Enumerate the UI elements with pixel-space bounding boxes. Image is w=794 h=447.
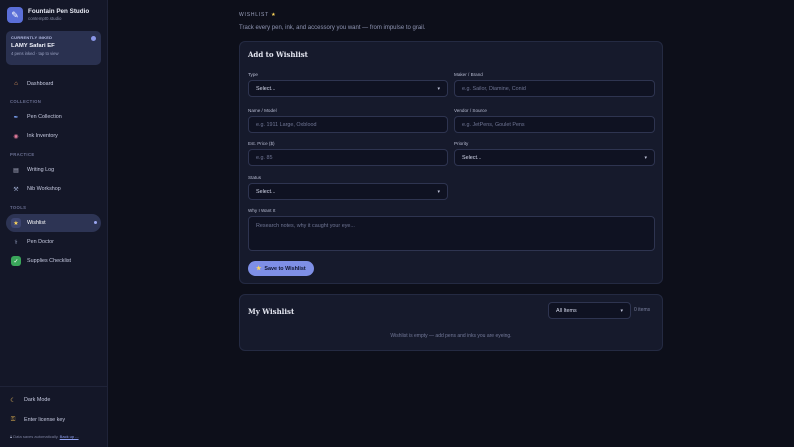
- sidebar-item-label: Wishlist: [27, 220, 46, 226]
- vendor-input[interactable]: e.g. JetPens, Goulet Pens: [454, 116, 655, 133]
- lock-icon: 🔒︎: [10, 434, 13, 439]
- nav-section-tools: TOOLS: [10, 205, 27, 210]
- sidebar-item-label: Pen Doctor: [27, 239, 54, 245]
- sidebar-item-dashboard[interactable]: ⌂ Dashboard: [6, 75, 101, 93]
- sidebar-item-ink-inventory[interactable]: ◉ Ink Inventory: [6, 127, 101, 145]
- wrench-icon: ⚒: [13, 186, 19, 193]
- nav-section-practice: PRACTICE: [10, 152, 35, 157]
- chevron-down-icon: ▾: [437, 85, 440, 92]
- moon-icon: ☾: [10, 397, 16, 404]
- card-title: Add to Wishlist: [248, 50, 308, 59]
- priority-select[interactable]: Select... ▾: [454, 149, 655, 166]
- sidebar-item-supplies-checklist[interactable]: ✓ Supplies Checklist: [6, 252, 101, 270]
- star-icon: ★: [256, 266, 262, 272]
- page-eyebrow-text: WISHLIST: [239, 12, 269, 18]
- brand-title: Fountain Pen Studio: [28, 8, 90, 15]
- pen-nib-icon: ✒: [13, 114, 19, 121]
- filter-select-value: All Items: [556, 307, 577, 314]
- maker-input[interactable]: e.g. Sailor, Diamine, Conid: [454, 80, 655, 97]
- brand[interactable]: ✎ Fountain Pen Studio contempt0.studio: [7, 7, 89, 23]
- stethoscope-icon: ⚕: [14, 239, 18, 246]
- pen-icon: ✎: [7, 7, 23, 23]
- filter-select[interactable]: All Items ▾: [548, 302, 631, 319]
- sidebar-item-pen-doctor[interactable]: ⚕ Pen Doctor: [6, 233, 101, 251]
- page-eyebrow: WISHLIST ★: [239, 12, 276, 18]
- card-title: My Wishlist: [248, 307, 295, 316]
- currently-inked-pen: LAMY Safari EF: [11, 43, 55, 49]
- status-dot: [91, 36, 96, 41]
- save-note-text: Data saves automatically.: [13, 434, 59, 439]
- currently-inked-card[interactable]: CURRENTLY INKED LAMY Safari EF 4 pens in…: [6, 31, 101, 65]
- sidebar: ✎ Fountain Pen Studio contempt0.studio C…: [0, 0, 108, 447]
- checkbox-icon: ✓: [11, 256, 21, 266]
- maker-label: Maker / Brand: [454, 72, 483, 77]
- type-label: Type: [248, 72, 258, 77]
- sidebar-item-writing-log[interactable]: ▤ Writing Log: [6, 161, 101, 179]
- save-note: 🔒︎ Data saves automatically. Back up ...: [10, 434, 79, 439]
- price-label: Est. Price ($): [248, 141, 275, 146]
- sidebar-item-label: Pen Collection: [27, 114, 62, 120]
- my-wishlist-card: My Wishlist All Items ▾ 0 items Wishlist…: [239, 294, 663, 351]
- name-input[interactable]: e.g. 1911 Large, Oxblood: [248, 116, 448, 133]
- type-select-value: Select...: [256, 85, 276, 92]
- star-icon: ★: [271, 12, 277, 18]
- add-to-wishlist-card: Add to Wishlist Type Select... ▾ Maker /…: [239, 41, 663, 284]
- why-label: Why I Want It: [248, 208, 276, 213]
- status-select[interactable]: Select... ▾: [248, 183, 448, 200]
- empty-state: Wishlist is empty — add pens and inks yo…: [390, 333, 512, 339]
- price-input[interactable]: e.g. 85: [248, 149, 448, 166]
- dark-mode-label: Dark Mode: [24, 397, 51, 403]
- sidebar-item-label: Dashboard: [27, 81, 54, 87]
- chevron-down-icon: ▾: [620, 307, 623, 314]
- type-select[interactable]: Select... ▾: [248, 80, 448, 97]
- license-key-label: Enter license key: [24, 417, 66, 423]
- sidebar-item-label: Nib Workshop: [27, 186, 61, 192]
- sidebar-item-label: Writing Log: [27, 167, 55, 173]
- sidebar-item-wishlist[interactable]: ★ Wishlist: [6, 214, 101, 232]
- currently-inked-meta: 4 pens inked · tap to view: [11, 51, 59, 56]
- priority-select-value: Select...: [462, 154, 482, 161]
- name-label: Name / Model: [248, 108, 277, 113]
- backup-link[interactable]: Back up ...: [60, 434, 79, 439]
- notebook-icon: ▤: [13, 167, 19, 174]
- active-indicator: [94, 221, 97, 224]
- save-to-wishlist-button[interactable]: ★ Save to Wishlist: [248, 261, 314, 276]
- status-select-value: Select...: [256, 188, 276, 195]
- nav-section-collection: COLLECTION: [10, 99, 42, 104]
- sidebar-item-nib-workshop[interactable]: ⚒ Nib Workshop: [6, 180, 101, 198]
- page-tagline: Track every pen, ink, and accessory you …: [239, 25, 426, 31]
- why-textarea[interactable]: Research notes, why it caught your eye..…: [248, 216, 655, 251]
- home-icon: ⌂: [14, 81, 18, 87]
- status-label: Status: [248, 175, 262, 180]
- sidebar-item-label: Supplies Checklist: [27, 258, 72, 264]
- sidebar-item-label: Ink Inventory: [27, 133, 58, 139]
- dark-mode-toggle[interactable]: ☾ Dark Mode: [8, 395, 50, 405]
- chevron-down-icon: ▾: [437, 188, 440, 195]
- sidebar-item-pen-collection[interactable]: ✒ Pen Collection: [6, 108, 101, 126]
- sidebar-footer: [0, 386, 108, 387]
- item-count: 0 items: [634, 307, 651, 313]
- key-icon: ⚿: [10, 416, 16, 423]
- brand-subtitle: contempt0.studio: [28, 16, 62, 21]
- chevron-down-icon: ▾: [644, 154, 647, 161]
- priority-label: Priority: [454, 141, 469, 146]
- star-icon: ★: [11, 218, 21, 228]
- vendor-label: Vendor / Source: [454, 108, 487, 113]
- palette-icon: ◉: [13, 133, 19, 140]
- save-button-label: Save to Wishlist: [264, 265, 306, 272]
- currently-inked-label: CURRENTLY INKED: [11, 35, 53, 40]
- license-key-button[interactable]: ⚿ Enter license key: [8, 415, 65, 425]
